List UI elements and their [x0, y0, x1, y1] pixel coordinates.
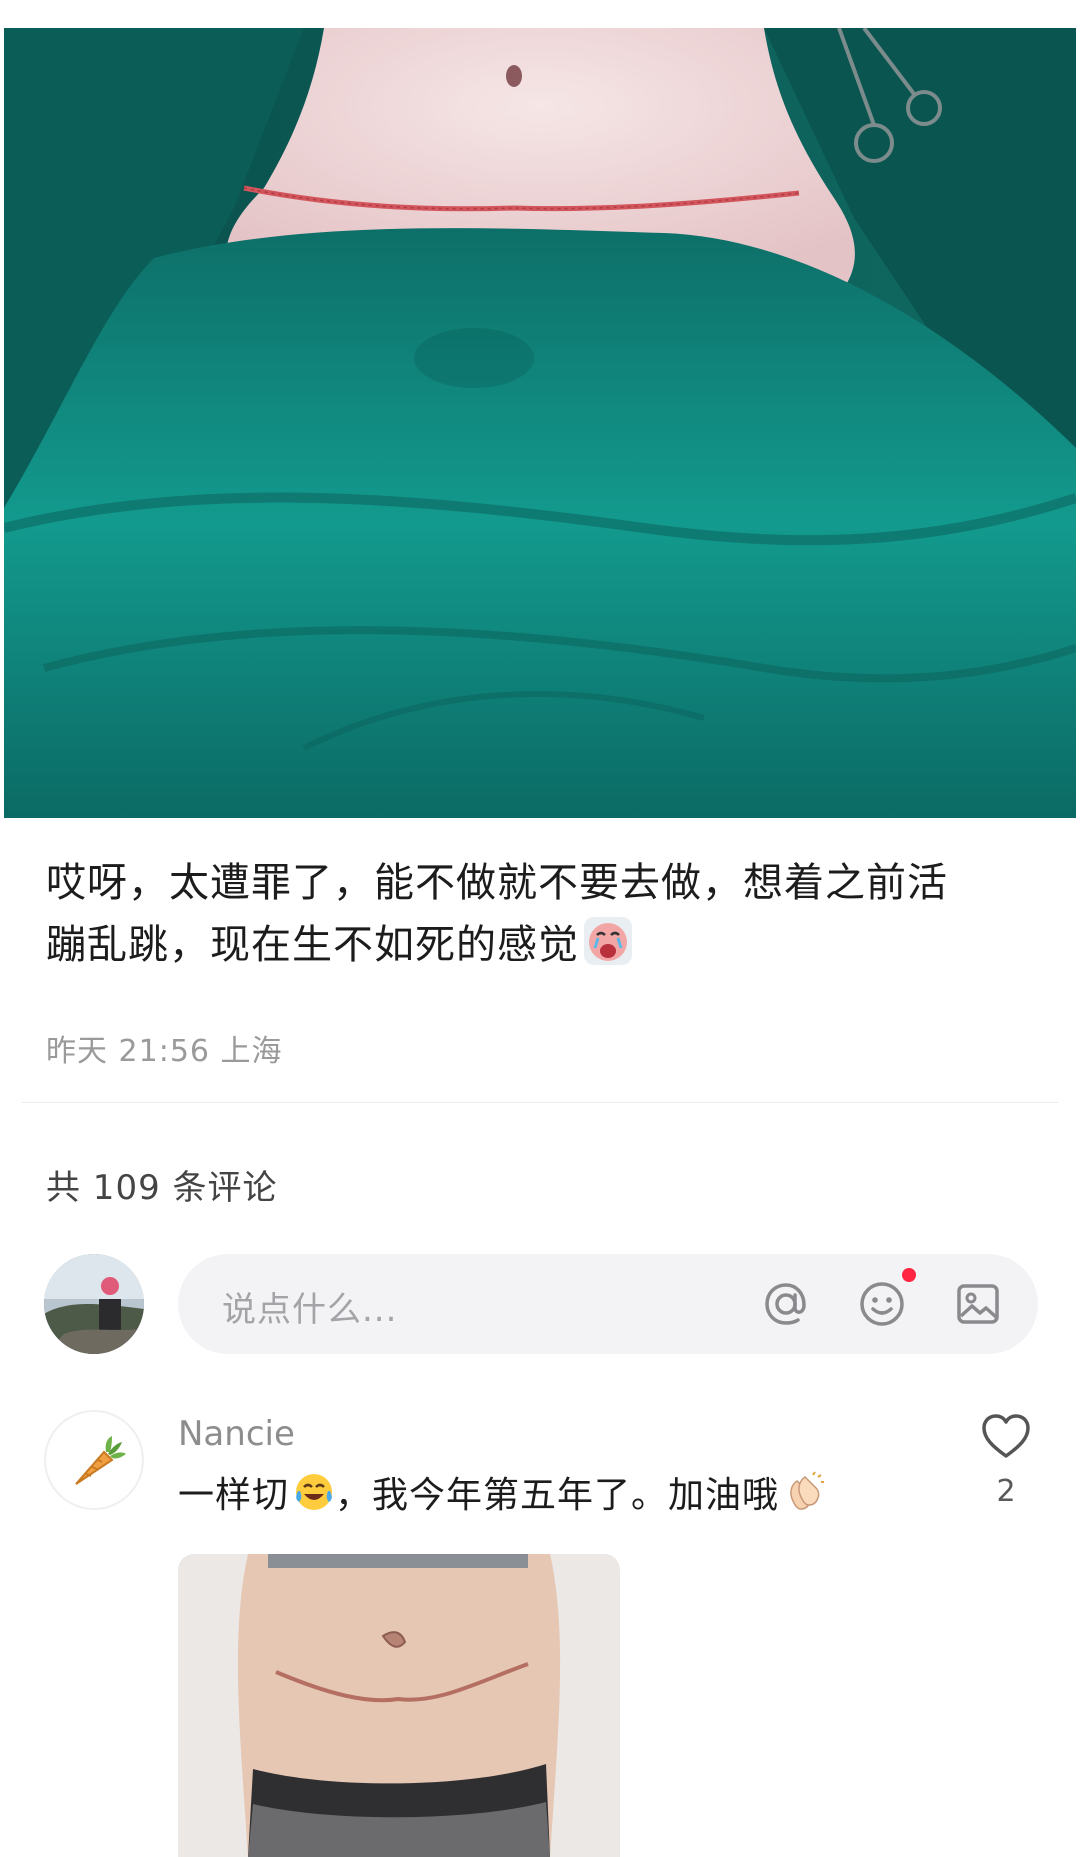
crying-face-emoji-icon: [583, 916, 633, 966]
clapping-hands-emoji-icon: [783, 1471, 827, 1515]
commenter-avatar[interactable]: [44, 1410, 144, 1510]
comment-text-part1: 一样切: [178, 1475, 290, 1516]
emoji-icon[interactable]: [856, 1278, 908, 1330]
tears-of-joy-emoji-icon: [293, 1471, 335, 1513]
comment-text[interactable]: 一样切 ，我今年第五年了。加油哦: [178, 1470, 827, 1522]
comment-username[interactable]: Nancie: [178, 1414, 295, 1454]
comment-photo[interactable]: [178, 1554, 620, 1857]
caption-line-2-text: 蹦乱跳，现在生不如死的感觉: [46, 922, 579, 968]
divider: [22, 1102, 1058, 1103]
post-photo[interactable]: [4, 28, 1076, 818]
post-meta: 昨天 21:56 上海: [46, 1034, 283, 1069]
heart-icon[interactable]: [980, 1412, 1032, 1460]
caption-line-2: 蹦乱跳，现在生不如死的感觉: [46, 914, 1036, 976]
like-count: 2: [996, 1474, 1016, 1509]
caption-line-1: 哎呀，太遭罪了，能不做就不要去做，想着之前活: [46, 860, 948, 906]
comment-text-part2: ，我今年第五年了。加油哦: [335, 1475, 780, 1516]
comment-input[interactable]: 说点什么...: [222, 1282, 397, 1331]
emoji-badge: [902, 1268, 916, 1282]
user-avatar[interactable]: [44, 1254, 144, 1354]
comment-input-bar[interactable]: 说点什么...: [178, 1254, 1038, 1354]
at-icon[interactable]: [760, 1278, 812, 1330]
carrot-icon: [75, 1436, 126, 1485]
image-icon[interactable]: [952, 1278, 1004, 1330]
post-caption: 哎呀，太遭罪了，能不做就不要去做，想着之前活 蹦乱跳，现在生不如死的感觉: [46, 852, 1036, 976]
comment-count: 共 109 条评论: [46, 1168, 278, 1208]
